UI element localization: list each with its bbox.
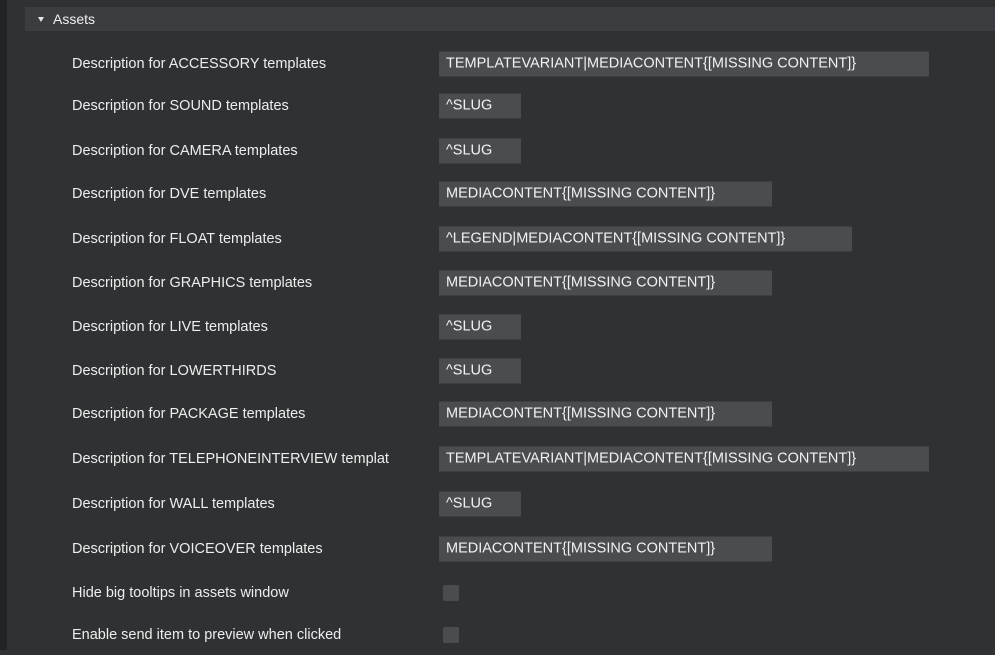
setting-label: Enable send item to preview when clicked (72, 627, 342, 643)
setting-label: Description for GRAPHICS templates (72, 275, 313, 291)
setting-row-graphics: Description for GRAPHICS templates MEDIA… (7, 263, 995, 303)
setting-row-wall: Description for WALL templates ^SLUG (7, 484, 995, 524)
setting-row-lowerthirds: Description for LOWERTHIRDS ^SLUG (7, 351, 995, 391)
setting-row-voiceover: Description for VOICEOVER templates MEDI… (7, 529, 995, 569)
setting-row-dve: Description for DVE templates MEDIACONTE… (7, 174, 995, 214)
setting-value-field[interactable]: ^SLUG (439, 314, 521, 340)
expand-triangle-icon[interactable] (38, 16, 44, 22)
setting-label: Description for WALL templates (72, 496, 275, 512)
setting-label: Description for DVE templates (72, 186, 267, 202)
setting-label: Description for TELEPHONEINTERVIEW templ… (72, 451, 389, 467)
setting-row-hide-tooltips: Hide big tooltips in assets window (7, 573, 995, 613)
setting-value-field[interactable]: MEDIACONTENT{[MISSING CONTENT]} (439, 401, 772, 427)
setting-label: Description for SOUND templates (72, 98, 289, 114)
setting-row-send-to-preview: Enable send item to preview when clicked (7, 615, 995, 655)
setting-value-field[interactable]: MEDIACONTENT{[MISSING CONTENT]} (439, 536, 772, 562)
setting-value-field[interactable]: ^SLUG (439, 358, 521, 384)
section-title: Assets (53, 11, 96, 27)
setting-value-field[interactable]: ^SLUG (439, 138, 521, 164)
setting-label: Description for CAMERA templates (72, 143, 298, 159)
setting-value-field[interactable]: ^LEGEND|MEDIACONTENT{[MISSING CONTENT]} (439, 226, 852, 252)
settings-panel: Assets Description for ACCESSORY templat… (7, 0, 995, 650)
left-border (0, 0, 7, 650)
setting-row-camera: Description for CAMERA templates ^SLUG (7, 131, 995, 171)
setting-label: Hide big tooltips in assets window (72, 585, 289, 601)
setting-value-field[interactable]: MEDIACONTENT{[MISSING CONTENT]} (439, 181, 772, 207)
setting-value-field[interactable]: TEMPLATEVARIANT|MEDIACONTENT{[MISSING CO… (439, 51, 929, 77)
setting-row-float: Description for FLOAT templates ^LEGEND|… (7, 219, 995, 259)
setting-row-accessory: Description for ACCESSORY templates TEMP… (7, 44, 995, 84)
setting-row-sound: Description for SOUND templates ^SLUG (7, 86, 995, 126)
setting-value-field[interactable]: MEDIACONTENT{[MISSING CONTENT]} (439, 270, 772, 296)
setting-value-field[interactable]: ^SLUG (439, 491, 521, 517)
setting-label: Description for PACKAGE templates (72, 406, 306, 422)
assets-section-header[interactable]: Assets (25, 7, 995, 31)
setting-row-live: Description for LIVE templates ^SLUG (7, 307, 995, 347)
setting-row-telephoneinterview: Description for TELEPHONEINTERVIEW templ… (7, 439, 995, 479)
setting-label: Description for VOICEOVER templates (72, 541, 323, 557)
send-to-preview-checkbox[interactable] (443, 627, 459, 643)
hide-tooltips-checkbox[interactable] (443, 585, 459, 601)
setting-label: Description for LIVE templates (72, 319, 268, 335)
setting-label: Description for LOWERTHIRDS (72, 363, 277, 379)
setting-row-package: Description for PACKAGE templates MEDIAC… (7, 394, 995, 434)
setting-label: Description for ACCESSORY templates (72, 56, 327, 72)
setting-label: Description for FLOAT templates (72, 231, 282, 247)
setting-value-field[interactable]: TEMPLATEVARIANT|MEDIACONTENT{[MISSING CO… (439, 446, 929, 472)
setting-value-field[interactable]: ^SLUG (439, 93, 521, 119)
